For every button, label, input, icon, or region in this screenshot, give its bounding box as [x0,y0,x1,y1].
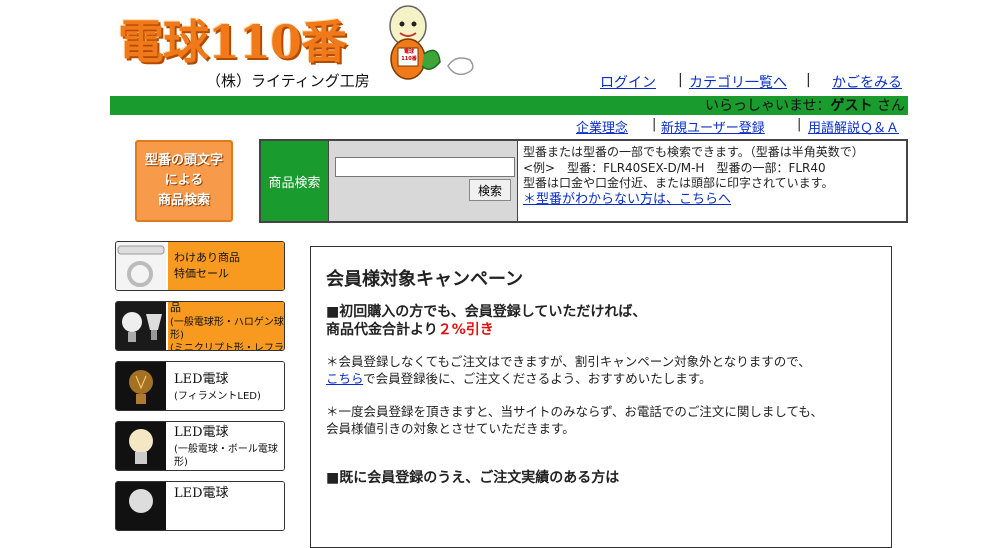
site-logo[interactable]: 電球110番 [118,6,347,72]
search-help-text: 型番または型番の一部でも検索できます。（型番は半角英数で） <例> 型番：FLR… [523,145,864,207]
nav-separator: | [806,72,811,88]
company-name: （株）ライティング工房 [206,72,370,90]
discount-highlight: ２%引き [437,322,494,338]
search-input[interactable] [335,157,515,177]
corporate-philosophy-link[interactable]: 企業理念 [576,117,628,136]
view-cart-link[interactable]: かごをみる [832,72,902,92]
sidebar-item-led-filament[interactable]: LED電球 (フィラメントLED) [115,361,285,411]
product-thumbnail [116,482,166,530]
new-user-registration-link[interactable]: 新規ユーザー登録 [661,117,765,136]
sidebar-item-led-bargain[interactable]: ＬＥＤ電球超お買い得品(一般電球形・ハロゲン球形)(ミニクリプト形・レフランプ形… [115,301,285,351]
welcome-username: ゲスト [830,98,873,114]
product-thumbnail [116,302,166,350]
prefix-search-button[interactable]: 型番の頭文字 による 商品検索 [135,140,233,222]
mascot-badge-text: 電球 110番 [401,49,417,62]
mascot-image: 電球 110番 [378,4,488,88]
search-button[interactable]: 検索 [469,179,511,201]
campaign-panel: 会員様対象キャンペーン ■初回購入の方でも、会員登録していただければ、 商品代金… [310,246,892,548]
sidebar-item-led-general[interactable]: LED電球 (一般電球・ボール電球形) [115,421,285,471]
product-search-box: 商品検索 検索 型番または型番の一部でも検索できます。（型番は半角英数で） <例… [259,139,908,223]
nav-separator: | [678,72,683,88]
sidebar-item-outlet-sale[interactable]: わけあり商品 特価セール [115,241,285,291]
product-thumbnail [116,422,166,470]
campaign-first-purchase: ■初回購入の方でも、会員登録していただければ、 商品代金合計より２%引き [326,304,647,338]
nav-separator: | [652,117,657,132]
sidebar-item-led-other[interactable]: LED電球 [115,481,285,531]
unknown-model-help-link[interactable]: ＊型番がわからない方は、こちらへ [523,192,864,208]
campaign-title: 会員様対象キャンペーン [326,269,524,290]
campaign-note-phone-orders: ＊一度会員登録を頂きますと、当サイトのみならず、お電話でのご注文に関しましても、… [326,404,824,436]
search-input-area: 検索 [329,141,518,221]
campaign-existing-members: ■既に会員登録のうえ、ご注文実績のある方は [326,470,620,486]
login-link[interactable]: ログイン [600,72,656,92]
register-here-link[interactable]: こちら [326,371,363,386]
product-thumbnail [116,242,166,290]
campaign-note-registration: ＊会員登録しなくてもご注文はできますが、割引キャンペーン対象外となりますので、 … [326,354,811,386]
nav-separator: | [797,117,802,132]
glossary-qa-link[interactable]: 用語解説Ｑ＆Ａ [808,117,899,136]
product-thumbnail [116,362,166,410]
search-label: 商品検索 [261,141,329,221]
category-list-link[interactable]: カテゴリ一覧へ [689,72,787,92]
welcome-message: いらっしゃいませ：ゲスト さん [704,98,905,114]
